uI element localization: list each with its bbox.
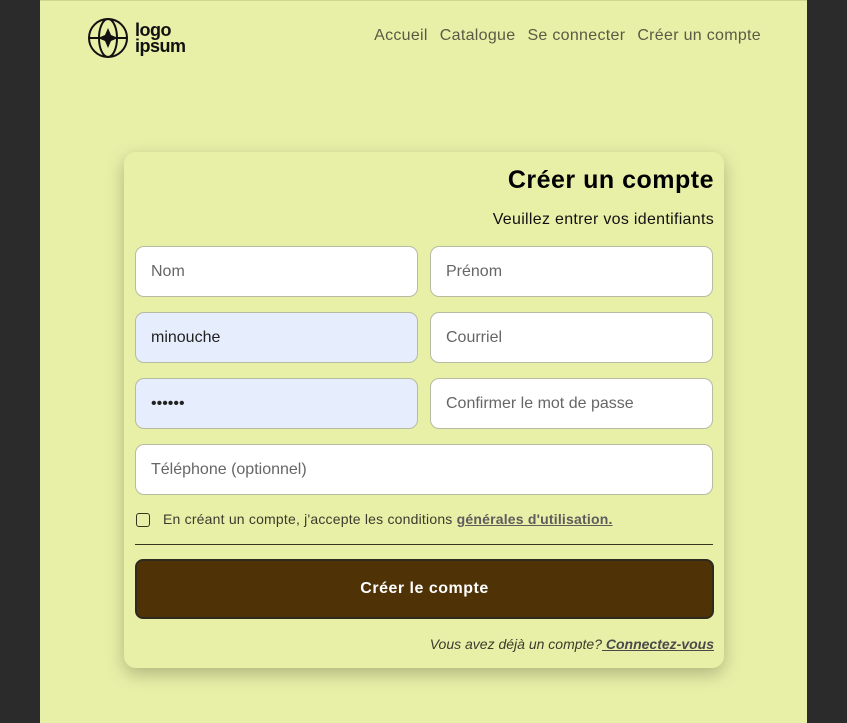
username-field[interactable] [135, 312, 418, 363]
terms-link[interactable]: générales d'utilisation. [457, 511, 613, 527]
nav-accueil[interactable]: Accueil [374, 27, 428, 45]
logo[interactable]: logo ipsum [87, 17, 186, 59]
nav-creer-compte[interactable]: Créer un compte [637, 27, 761, 45]
terms-checkbox[interactable] [136, 513, 150, 527]
login-link[interactable]: Connectez-vous [602, 636, 714, 652]
page: logo ipsum Accueil Catalogue Se connecte… [40, 0, 807, 723]
form-title: Créer un compte [507, 166, 714, 194]
telephone-field[interactable] [135, 444, 713, 495]
confirm-password-field[interactable] [430, 378, 713, 429]
password-field[interactable] [135, 378, 418, 429]
nav-se-connecter[interactable]: Se connecter [527, 27, 625, 45]
nom-field[interactable] [135, 246, 418, 297]
logo-wordmark: logo ipsum [135, 21, 186, 56]
logo-text-bottom: ipsum [135, 36, 186, 56]
login-prompt: Vous avez déjà un compte? [429, 636, 602, 652]
email-field[interactable] [430, 312, 713, 363]
terms-text: En créant un compte, j'accepte les condi… [163, 511, 613, 527]
terms-label: En créant un compte, j'accepte les condi… [163, 511, 457, 527]
prenom-field[interactable] [430, 246, 713, 297]
terms-row: En créant un compte, j'accepte les condi… [135, 510, 713, 545]
create-account-button[interactable]: Créer le compte [135, 559, 714, 619]
signup-card: Créer un compte Veuillez entrer vos iden… [124, 152, 724, 668]
logo-icon [88, 18, 128, 58]
nav-catalogue[interactable]: Catalogue [440, 27, 516, 45]
main-nav: Accueil Catalogue Se connecter Créer un … [374, 27, 761, 45]
form-subtitle: Veuillez entrer vos identifiants [492, 211, 714, 228]
login-prompt-row: Vous avez déjà un compte? Connectez-vous [430, 636, 714, 652]
